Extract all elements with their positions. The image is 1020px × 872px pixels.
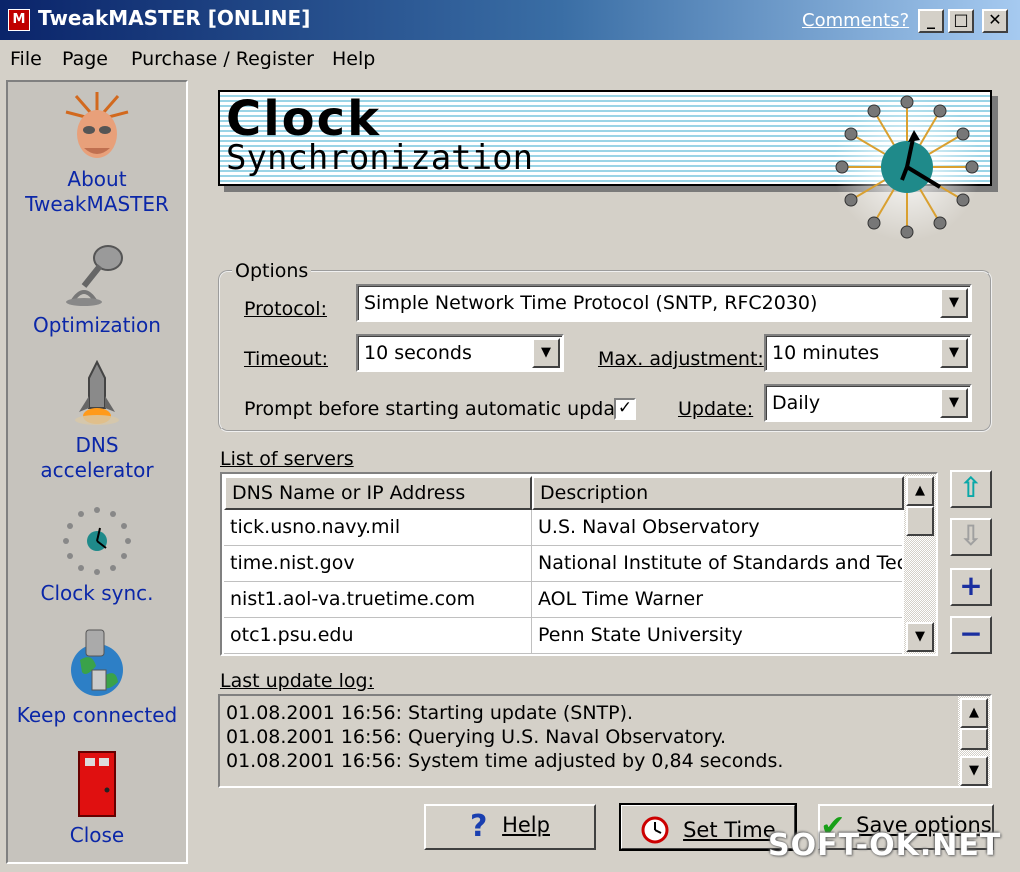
scroll-down-icon[interactable]: ▼ <box>960 756 988 786</box>
column-header-description[interactable]: Description <box>532 476 904 510</box>
maximize-button[interactable]: □ <box>948 9 974 33</box>
log-line: 01.08.2001 16:56: Querying U.S. Naval Ob… <box>226 726 727 748</box>
timeout-select-value: 10 seconds <box>364 342 472 364</box>
minimize-button[interactable]: _ <box>918 9 944 33</box>
check-icon: ✓ <box>617 398 633 418</box>
protocol-select-value: Simple Network Time Protocol (SNTP, RFC2… <box>364 292 818 314</box>
scroll-down-icon[interactable]: ▼ <box>906 622 934 652</box>
sidebar-item-label: Close <box>69 823 125 847</box>
menu-purchase-register[interactable]: Purchase / Register <box>131 48 314 70</box>
scroll-thumb[interactable] <box>960 728 988 750</box>
menu-help[interactable]: Help <box>332 48 375 70</box>
table-cell-description[interactable]: U.S. Naval Observatory <box>532 510 902 546</box>
comments-link[interactable]: Comments? <box>802 10 909 31</box>
set-time-button-label: Set Time <box>683 818 776 842</box>
table-cell-description[interactable]: National Institute of Standards and Tech <box>532 546 902 582</box>
prompt-label: Prompt before starting automatic update <box>244 398 635 420</box>
sidebar-item-dns-accelerator[interactable]: DNS accelerator <box>8 359 186 483</box>
max-adjustment-select-value: 10 minutes <box>772 342 880 364</box>
close-window-button[interactable]: ✕ <box>982 9 1008 33</box>
prompt-checkbox[interactable]: ✓ <box>614 398 636 420</box>
move-up-button[interactable]: ⇧ <box>950 470 992 508</box>
update-label: Update: <box>678 398 754 420</box>
watermark: SOFT-OK.NET <box>768 828 1002 863</box>
sidebar-item-close[interactable]: Close <box>8 750 186 848</box>
menu-file[interactable]: File <box>10 48 42 70</box>
banner-subtitle: Synchronization <box>226 138 534 178</box>
minus-icon: − <box>959 617 983 650</box>
help-button[interactable]: ? Help <box>424 804 596 850</box>
arrow-up-icon: ⇧ <box>959 471 983 504</box>
remove-server-button[interactable]: − <box>950 616 992 654</box>
update-select[interactable]: Daily ▼ <box>764 384 972 422</box>
options-legend: Options <box>232 260 312 282</box>
sidebar-item-label: Clock sync. <box>40 581 154 605</box>
wizard-head-icon <box>65 92 129 158</box>
sidebar-item-label: About TweakMASTER <box>25 167 169 216</box>
clock-icon <box>63 507 131 575</box>
add-server-button[interactable]: + <box>950 568 992 606</box>
globe-plug-icon <box>71 629 123 696</box>
table-cell-dns[interactable]: nist1.aol-va.truetime.com <box>224 582 532 618</box>
door-icon <box>78 751 116 817</box>
sidebar-item-keep-connected[interactable]: Keep connected <box>8 626 186 728</box>
rocket-icon <box>75 359 119 425</box>
question-icon: ? <box>470 809 488 844</box>
banner-title: Clock <box>226 91 382 147</box>
log-line: 01.08.2001 16:56: Starting update (SNTP)… <box>226 702 634 724</box>
servers-label: List of servers <box>220 448 354 470</box>
sidebar-item-label: DNS accelerator <box>40 433 154 482</box>
stopwatch-icon <box>641 816 669 844</box>
max-adjustment-label: Max. adjustment: <box>598 348 764 370</box>
sidebar-item-label: Optimization <box>33 313 161 337</box>
scroll-thumb[interactable] <box>906 506 934 536</box>
timeout-select[interactable]: 10 seconds ▼ <box>356 334 564 372</box>
help-button-label: Help <box>502 813 550 837</box>
log-line: 01.08.2001 16:56: System time adjusted b… <box>226 750 784 772</box>
table-cell-dns[interactable]: tick.usno.navy.mil <box>224 510 532 546</box>
sidebar: About TweakMASTER Optimization DNS accel… <box>6 80 188 864</box>
protocol-label: Protocol: <box>244 298 327 320</box>
sidebar-item-optimization[interactable]: Optimization <box>8 242 186 338</box>
max-adjustment-select[interactable]: 10 minutes ▼ <box>764 334 972 372</box>
chevron-down-icon[interactable]: ▼ <box>940 288 968 318</box>
update-log[interactable]: 01.08.2001 16:56: Starting update (SNTP)… <box>218 694 992 788</box>
plus-icon: + <box>959 569 983 602</box>
table-cell-dns[interactable]: time.nist.gov <box>224 546 532 582</box>
move-down-button[interactable]: ⇩ <box>950 518 992 556</box>
table-cell-description[interactable]: Penn State University <box>532 618 902 654</box>
table-cell-description[interactable]: AOL Time Warner <box>532 582 902 618</box>
app-icon[interactable]: M <box>8 9 30 31</box>
sidebar-item-clock-sync[interactable]: Clock sync. <box>8 506 186 606</box>
log-label: Last update log: <box>220 670 374 692</box>
table-cell-dns[interactable]: otc1.psu.edu <box>224 618 532 654</box>
arrow-down-icon: ⇩ <box>959 519 983 552</box>
chevron-down-icon[interactable]: ▼ <box>940 388 968 418</box>
update-select-value: Daily <box>772 392 821 414</box>
timeout-label: Timeout: <box>244 348 329 370</box>
banner-clock-icon <box>833 93 981 241</box>
sidebar-item-label: Keep connected <box>16 703 178 727</box>
window-title: TweakMASTER [ONLINE] <box>38 6 311 30</box>
chevron-down-icon[interactable]: ▼ <box>532 338 560 368</box>
chevron-down-icon[interactable]: ▼ <box>940 338 968 368</box>
column-header-dns[interactable]: DNS Name or IP Address <box>224 476 532 510</box>
scroll-up-icon[interactable]: ▲ <box>906 476 934 506</box>
protocol-select[interactable]: Simple Network Time Protocol (SNTP, RFC2… <box>356 284 972 322</box>
server-table: DNS Name or IP Address Description tick.… <box>220 472 938 656</box>
microphone-icon <box>66 245 123 306</box>
menu-bar: File Page Purchase / Register Help <box>0 42 1020 76</box>
scroll-up-icon[interactable]: ▲ <box>960 698 988 728</box>
menu-page[interactable]: Page <box>62 48 108 70</box>
sidebar-item-about[interactable]: About TweakMASTER <box>8 90 186 217</box>
